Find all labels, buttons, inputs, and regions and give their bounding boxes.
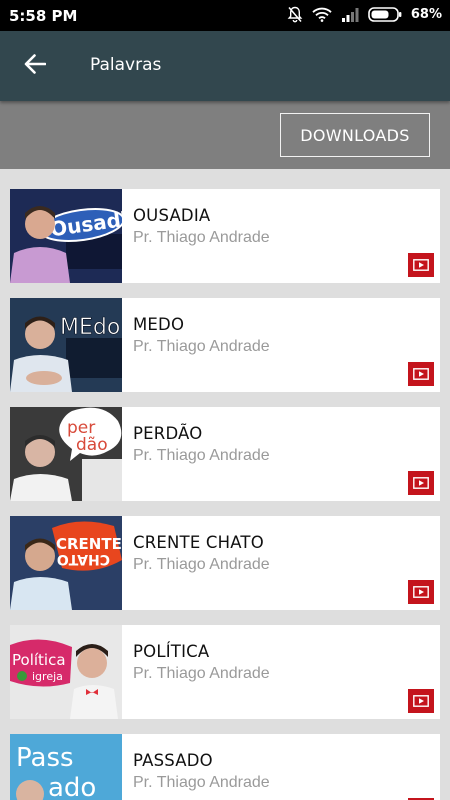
video-card[interactable]: Política igreja POLÍTICA Pr. Thiago Andr… — [10, 625, 440, 719]
svg-text:CRENTE: CRENTE — [56, 535, 122, 553]
video-thumbnail: Pass ado — [10, 734, 122, 800]
wifi-icon — [312, 7, 332, 22]
video-card[interactable]: CRENTE CHATO CRENTE CHATO Pr. Thiago And… — [10, 516, 440, 610]
video-list[interactable]: Ousadia OUSADIA Pr. Thiago Andrade MEdo — [0, 169, 450, 800]
svg-text:dão: dão — [76, 435, 108, 455]
signal-icon — [341, 7, 359, 22]
svg-text:MEdo: MEdo — [60, 315, 120, 340]
video-thumbnail: Ousadia — [10, 189, 122, 283]
video-card[interactable]: MEdo MEDO Pr. Thiago Andrade — [10, 298, 440, 392]
video-thumbnail: Política igreja — [10, 625, 122, 719]
video-thumbnail: MEdo — [10, 298, 122, 392]
back-button[interactable] — [18, 51, 52, 81]
video-thumbnail: CRENTE CHATO — [10, 516, 122, 610]
video-title: OUSADIA — [133, 206, 211, 225]
video-author: Pr. Thiago Andrade — [133, 229, 270, 246]
battery-icon — [368, 7, 402, 22]
video-title: PERDÃO — [133, 424, 203, 443]
downloads-button[interactable]: DOWNLOADS — [280, 113, 430, 157]
video-title: POLÍTICA — [133, 642, 210, 661]
arrow-back-icon — [24, 53, 47, 79]
video-card[interactable]: per dão PERDÃO Pr. Thiago Andrade — [10, 407, 440, 501]
youtube-play-icon[interactable] — [408, 580, 434, 604]
svg-text:CHATO: CHATO — [57, 551, 110, 567]
status-bar: 5:58 PM 68% — [0, 0, 450, 31]
svg-text:Política: Política — [12, 651, 66, 669]
status-icons: 68% — [287, 6, 442, 23]
youtube-play-icon[interactable] — [408, 689, 434, 713]
video-title: PASSADO — [133, 751, 213, 770]
battery-percent: 68% — [410, 7, 442, 22]
video-author: Pr. Thiago Andrade — [133, 338, 270, 355]
notifications-off-icon — [287, 6, 303, 23]
youtube-play-icon[interactable] — [408, 362, 434, 386]
youtube-play-icon[interactable] — [408, 253, 434, 277]
video-title: MEDO — [133, 315, 185, 334]
youtube-play-icon[interactable] — [408, 471, 434, 495]
page-title: Palavras — [90, 55, 162, 75]
svg-text:ado: ado — [48, 773, 96, 800]
svg-text:igreja: igreja — [32, 670, 63, 683]
video-author: Pr. Thiago Andrade — [133, 447, 270, 464]
video-title: CRENTE CHATO — [133, 533, 264, 552]
action-band: DOWNLOADS — [0, 101, 450, 169]
app-bar: Palavras — [0, 31, 450, 101]
video-author: Pr. Thiago Andrade — [133, 774, 270, 791]
video-author: Pr. Thiago Andrade — [133, 665, 270, 682]
svg-text:Pass: Pass — [16, 743, 74, 773]
video-thumbnail: per dão — [10, 407, 122, 501]
status-time: 5:58 PM — [9, 7, 78, 25]
video-author: Pr. Thiago Andrade — [133, 556, 270, 573]
video-card[interactable]: Ousadia OUSADIA Pr. Thiago Andrade — [10, 189, 440, 283]
video-card[interactable]: Pass ado PASSADO Pr. Thiago Andrade — [10, 734, 440, 800]
